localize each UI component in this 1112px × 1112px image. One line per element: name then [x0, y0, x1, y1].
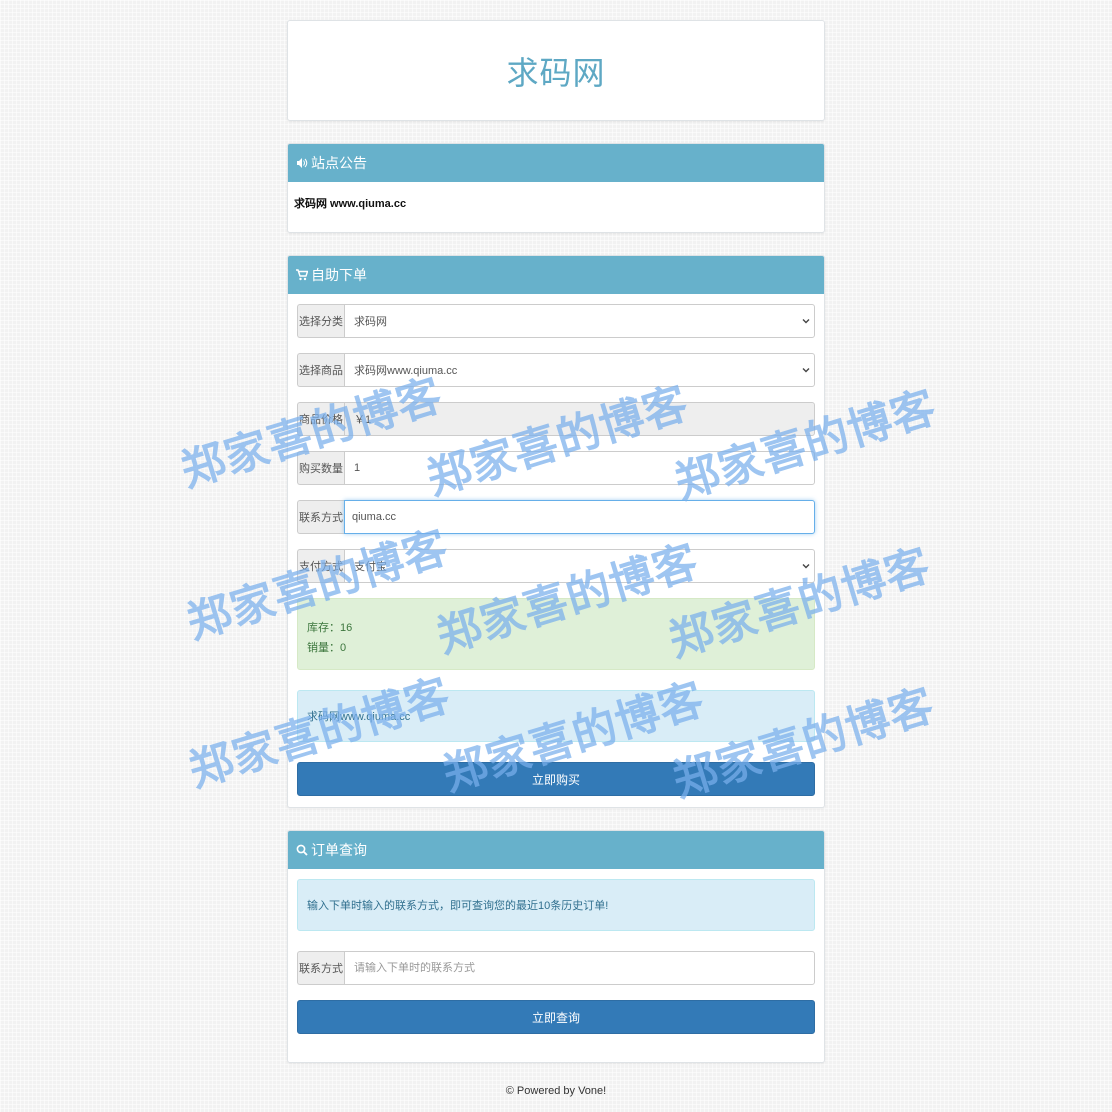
query-contact-label: 联系方式 [297, 951, 344, 985]
title-panel: 求码网 [287, 20, 825, 121]
contact-group: 联系方式 [297, 500, 815, 534]
category-group: 选择分类 求码网 [297, 304, 815, 338]
query-panel: 订单查询 输入下单时输入的联系方式，即可查询您的最近10条历史订单! 联系方式 … [287, 830, 825, 1063]
quantity-group: 购买数量 [297, 451, 815, 485]
order-heading: 自助下单 [288, 256, 824, 294]
footer: © Powered by Vone! [0, 1085, 1112, 1097]
notice-body: 求码网 www.qiuma.cc [288, 182, 824, 232]
order-panel: 自助下单 选择分类 求码网 选择商品 求码网www.qiuma.cc 商品价格 … [287, 255, 825, 808]
query-info-alert: 输入下单时输入的联系方式，即可查询您的最近10条历史订单! [297, 879, 815, 931]
query-heading-label: 订单查询 [311, 842, 367, 858]
order-heading-label: 自助下单 [311, 267, 367, 283]
payment-group: 支付方式 支付宝 [297, 549, 815, 583]
contact-label: 联系方式 [297, 500, 344, 534]
query-heading: 订单查询 [288, 831, 824, 869]
chevron-down-icon [801, 315, 811, 327]
query-button[interactable]: 立即查询 [297, 1000, 815, 1034]
quantity-input[interactable] [354, 462, 805, 474]
price-field: ￥1 [344, 402, 815, 436]
chevron-down-icon [801, 560, 811, 572]
price-label: 商品价格 [297, 402, 344, 436]
payment-value: 支付宝 [354, 561, 387, 573]
payment-select[interactable]: 支付宝 [344, 549, 815, 583]
contact-field[interactable] [344, 500, 815, 534]
buy-button[interactable]: 立即购买 [297, 762, 815, 796]
query-form: 输入下单时输入的联系方式，即可查询您的最近10条历史订单! 联系方式 立即查询 [288, 869, 824, 1062]
product-info-text: 求码网www.qiuma.cc [307, 711, 411, 723]
order-form: 选择分类 求码网 选择商品 求码网www.qiuma.cc 商品价格 ￥1 购买… [288, 294, 824, 807]
price-group: 商品价格 ￥1 [297, 402, 815, 436]
price-value: ￥1 [354, 414, 372, 426]
category-value: 求码网 [354, 316, 387, 328]
notice-heading: 站点公告 [288, 144, 824, 182]
product-label: 选择商品 [297, 353, 344, 387]
category-select[interactable]: 求码网 [344, 304, 815, 338]
query-contact-input[interactable] [354, 962, 805, 974]
notice-heading-label: 站点公告 [311, 155, 367, 171]
quantity-field[interactable] [344, 451, 815, 485]
stock-text: 库存：16 [307, 622, 353, 634]
footer-text: © Powered by Vone! [505, 1085, 607, 1097]
sales-text: 销量：0 [307, 642, 347, 654]
cart-icon [296, 269, 308, 281]
stock-alert: 库存：16 销量：0 [297, 598, 815, 670]
search-icon [296, 844, 308, 856]
notice-panel: 站点公告 求码网 www.qiuma.cc [287, 143, 825, 233]
quantity-label: 购买数量 [297, 451, 344, 485]
product-value: 求码网www.qiuma.cc [354, 365, 458, 377]
product-group: 选择商品 求码网www.qiuma.cc [297, 353, 815, 387]
category-label: 选择分类 [297, 304, 344, 338]
contact-input[interactable] [352, 511, 805, 523]
chevron-down-icon [801, 364, 811, 376]
product-select[interactable]: 求码网www.qiuma.cc [344, 353, 815, 387]
query-contact-group: 联系方式 [297, 951, 815, 985]
main-container: 求码网 站点公告 求码网 www.qiuma.cc 自助下单 选择分类 求码网 [287, 20, 825, 1063]
query-info-text: 输入下单时输入的联系方式，即可查询您的最近10条历史订单! [307, 900, 609, 912]
product-info-alert: 求码网www.qiuma.cc [297, 690, 815, 742]
site-title: 求码网 [506, 54, 606, 91]
query-contact-field[interactable] [344, 951, 815, 985]
notice-text: 求码网 www.qiuma.cc [294, 198, 407, 210]
payment-label: 支付方式 [297, 549, 344, 583]
volume-icon [296, 157, 308, 169]
